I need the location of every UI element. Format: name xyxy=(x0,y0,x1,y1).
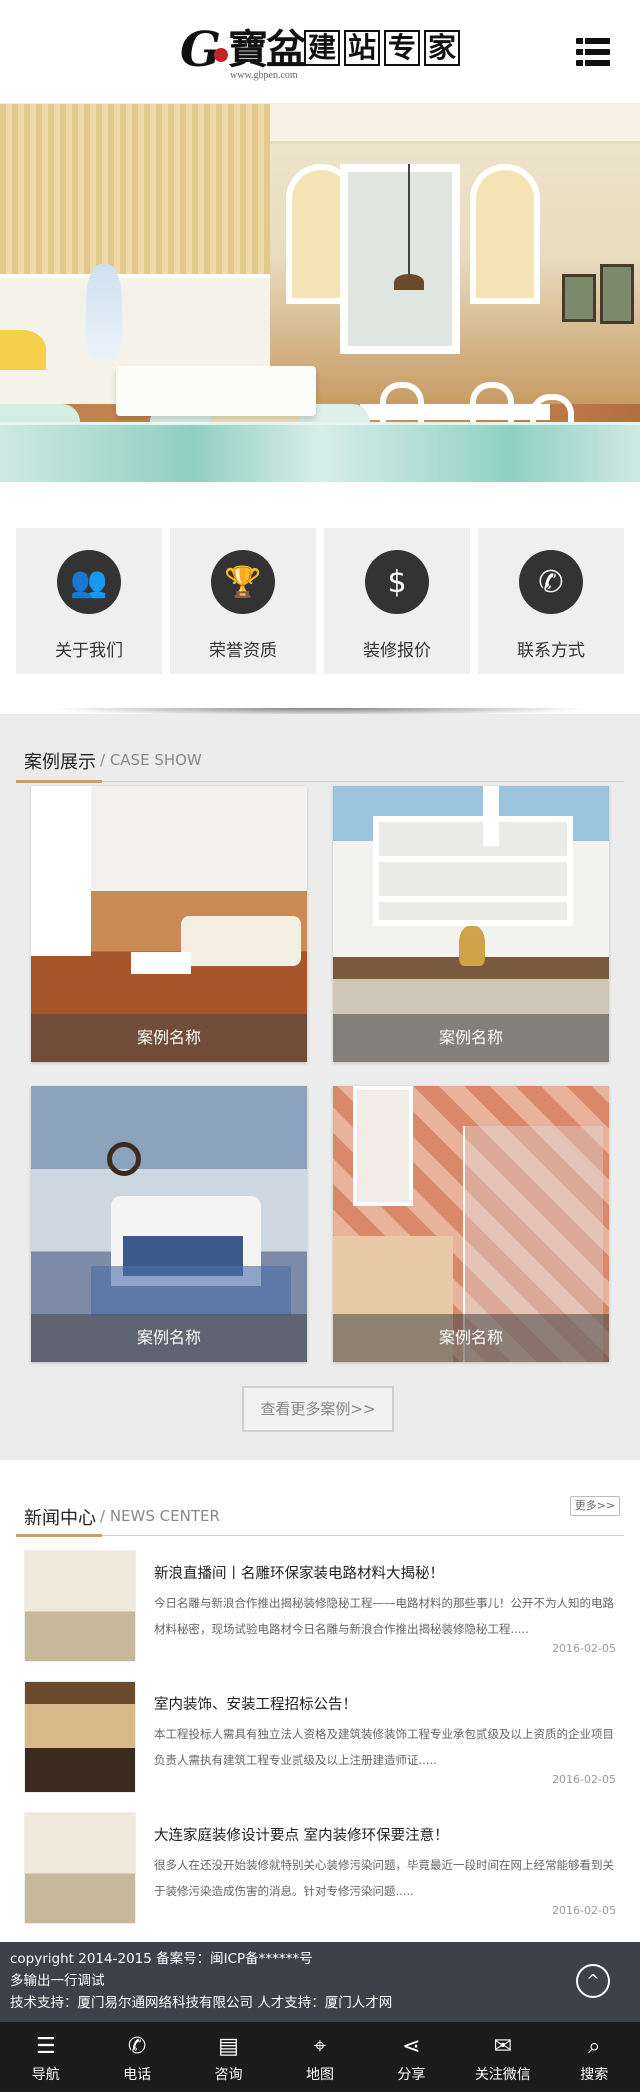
phone-icon: ✆ xyxy=(127,2034,147,2059)
bottom-nav-label: 地图 xyxy=(305,2067,334,2083)
header: G 寶盆 建 站 专 家 www.gbpen.com xyxy=(0,0,640,104)
news-date: 2016-02-05 xyxy=(552,1773,616,1786)
back-to-top-icon[interactable]: ^ xyxy=(576,1964,610,1998)
bottom-nav-label: 分享 xyxy=(397,2067,426,2083)
bottom-nav-wechat[interactable]: ✉ 关注微信 xyxy=(457,2022,548,2092)
bottom-nav-map[interactable]: ⌖ 地图 xyxy=(274,2022,365,2092)
site-logo[interactable]: G 寶盆 建 站 专 家 www.gbpen.com xyxy=(180,22,460,84)
news-item[interactable]: 新浪直播间丨名雕环保家装电路材料大揭秘！ 今日名雕与新浪合作推出揭秘装修隐秘工程… xyxy=(24,1550,616,1681)
case-caption: 案例名称 xyxy=(333,1014,609,1062)
bottom-nav-label: 关注微信 xyxy=(474,2067,531,2083)
quick-nav-label: 联系方式 xyxy=(517,641,585,661)
news-thumbnail xyxy=(24,1681,136,1793)
case-card[interactable]: 案例名称 xyxy=(333,1086,609,1362)
news-list: 新浪直播间丨名雕环保家装电路材料大揭秘！ 今日名雕与新浪合作推出揭秘装修隐秘工程… xyxy=(24,1550,616,1943)
section-subtitle: / CASE SHOW xyxy=(100,751,202,769)
section-underline xyxy=(16,1534,102,1537)
logo-box-char: 建 xyxy=(304,30,340,66)
trophy-icon: 🏆 xyxy=(211,550,275,614)
logo-url: www.gbpen.com xyxy=(230,70,298,81)
search-icon: ⌕ xyxy=(588,2034,601,2059)
case-caption: 案例名称 xyxy=(31,1314,307,1362)
case-card[interactable]: 案例名称 xyxy=(31,1086,307,1362)
money-icon: $ xyxy=(365,550,429,614)
quick-nav-contact[interactable]: ✆ 联系方式 xyxy=(478,528,624,674)
case-section: 案例展示 / CASE SHOW 案例名称 案例名称 案例名称 案例名称 查看更… xyxy=(0,714,640,1460)
menu-icon[interactable] xyxy=(576,38,610,66)
quick-nav-about[interactable]: 👥 关于我们 xyxy=(16,528,162,674)
bottom-nav-label: 导航 xyxy=(31,2067,60,2083)
people-icon: 👥 xyxy=(57,550,121,614)
wechat-icon: ✉ xyxy=(493,2034,513,2059)
news-summary: 今日名雕与新浪合作推出揭秘装修隐秘工程——电路材料的那些事儿！公开不为人知的电路… xyxy=(154,1596,614,1636)
quick-nav-label: 关于我们 xyxy=(55,641,123,661)
bottom-nav-phone[interactable]: ✆ 电话 xyxy=(91,2022,182,2092)
case-caption: 案例名称 xyxy=(333,1314,609,1362)
logo-box-char: 专 xyxy=(384,30,420,66)
news-more-link[interactable]: 更多>> xyxy=(570,1496,620,1516)
news-title[interactable]: 室内装饰、安装工程招标公告！ xyxy=(154,1693,616,1714)
footer-copyright: copyright 2014-2015 备案号：闽ICP备******号 xyxy=(10,1951,313,1967)
bottom-nav-label: 搜索 xyxy=(580,2067,609,2083)
section-subtitle: / NEWS CENTER xyxy=(100,1507,220,1525)
news-item[interactable]: 室内装饰、安装工程招标公告！ 本工程投标人需具有独立法人资格及建筑装修装饰工程专… xyxy=(24,1681,616,1812)
news-date: 2016-02-05 xyxy=(552,1642,616,1655)
more-cases-button[interactable]: 查看更多案例>> xyxy=(242,1386,394,1432)
news-thumbnail xyxy=(24,1550,136,1662)
hero-banner[interactable] xyxy=(0,104,640,482)
news-section: 新闻中心 / NEWS CENTER 更多>> 新浪直播间丨名雕环保家装电路材料… xyxy=(0,1460,640,1942)
bottom-nav-label: 电话 xyxy=(123,2067,152,2083)
bottom-nav: ☰ 导航 ✆ 电话 ▤ 咨询 ⌖ 地图 ⋖ 分享 ✉ 关注微信 ⌕ 搜索 xyxy=(0,2022,640,2092)
news-section-header: 新闻中心 / NEWS CENTER xyxy=(16,1486,624,1537)
news-thumbnail xyxy=(24,1812,136,1924)
chat-icon: ▤ xyxy=(218,2034,239,2059)
news-date: 2016-02-05 xyxy=(552,1904,616,1917)
logo-box-char: 站 xyxy=(344,30,380,66)
case-card[interactable]: 案例名称 xyxy=(31,786,307,1062)
share-icon: ⋖ xyxy=(402,2034,421,2059)
bottom-nav-label: 咨询 xyxy=(214,2067,243,2083)
news-item[interactable]: 大连家庭装修设计要点 室内装修环保要注意！ 很多人在还没开始装修就特别关心装修污… xyxy=(24,1812,616,1943)
news-summary: 很多人在还没开始装修就特别关心装修污染问题，毕竟最近一段时间在网上经常能够看到关… xyxy=(154,1858,614,1898)
news-summary: 本工程投标人需具有独立法人资格及建筑装修装饰工程专业承包贰级及以上资质的企业项目… xyxy=(154,1727,614,1767)
section-title: 案例展示 xyxy=(24,752,96,773)
case-section-header: 案例展示 / CASE SHOW xyxy=(16,730,624,783)
logo-calligraphy: 寶盆 xyxy=(228,26,306,73)
case-caption: 案例名称 xyxy=(31,1014,307,1062)
quick-nav: 👥 关于我们 🏆 荣誉资质 $ 装修报价 ✆ 联系方式 xyxy=(0,528,640,674)
footer-support: 技术支持：厦门易尔通网络科技有限公司 人才支持：厦门人才网 xyxy=(10,1995,393,2011)
quick-nav-honors[interactable]: 🏆 荣誉资质 xyxy=(170,528,316,674)
bottom-nav-search[interactable]: ⌕ 搜索 xyxy=(549,2022,640,2092)
phone-icon: ✆ xyxy=(519,550,583,614)
map-icon: ⌖ xyxy=(313,2034,327,2059)
nav-icon: ☰ xyxy=(35,2034,56,2059)
quick-nav-label: 装修报价 xyxy=(363,641,431,661)
bottom-nav-consult[interactable]: ▤ 咨询 xyxy=(183,2022,274,2092)
news-title[interactable]: 新浪直播间丨名雕环保家装电路材料大揭秘！ xyxy=(154,1562,616,1583)
bottom-nav-share[interactable]: ⋖ 分享 xyxy=(366,2022,457,2092)
logo-boxes: 建 站 专 家 xyxy=(304,30,460,66)
section-underline xyxy=(16,780,102,783)
logo-box-char: 家 xyxy=(424,30,460,66)
section-title: 新闻中心 xyxy=(24,1508,96,1529)
case-grid: 案例名称 案例名称 案例名称 案例名称 xyxy=(31,786,609,1362)
case-card[interactable]: 案例名称 xyxy=(333,786,609,1062)
bottom-nav-nav[interactable]: ☰ 导航 xyxy=(0,2022,91,2092)
footer: copyright 2014-2015 备案号：闽ICP备******号 多输出… xyxy=(0,1942,640,2022)
quick-nav-label: 荣誉资质 xyxy=(209,641,277,661)
footer-debug-line: 多输出一行调试 xyxy=(10,1973,105,1989)
news-title[interactable]: 大连家庭装修设计要点 室内装修环保要注意！ xyxy=(154,1824,616,1845)
quick-nav-quote[interactable]: $ 装修报价 xyxy=(324,528,470,674)
logo-seal xyxy=(214,48,228,62)
